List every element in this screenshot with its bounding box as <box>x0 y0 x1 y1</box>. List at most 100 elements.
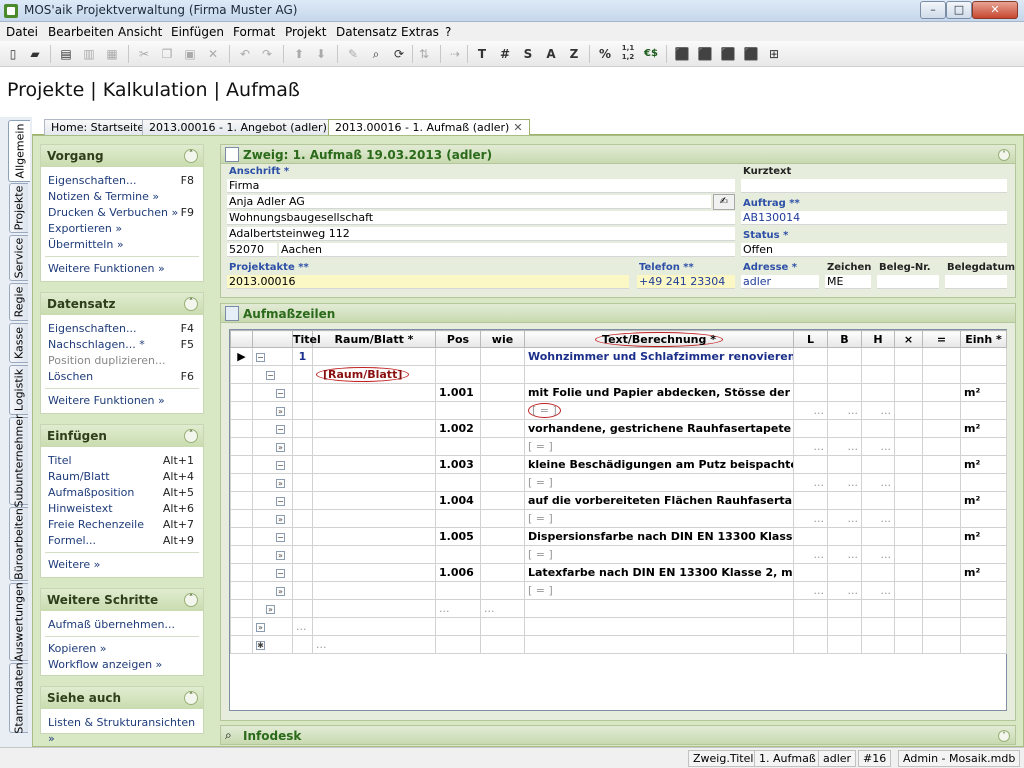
move-up-icon[interactable]: ⬆ <box>289 44 309 64</box>
column-header-times[interactable]: × <box>894 330 923 348</box>
text-cell[interactable]: [ = ] <box>524 581 794 600</box>
menu-einfuegen[interactable]: Einfügen <box>171 25 224 39</box>
menu-bearbeiten[interactable]: Bearbeiten <box>48 25 114 39</box>
equals-cell[interactable] <box>922 365 961 384</box>
action-notizen-termine[interactable]: Notizen & Termine » <box>41 189 203 205</box>
b-cell[interactable] <box>827 635 862 654</box>
b-cell[interactable]: ... <box>827 509 862 528</box>
print-preview-icon[interactable]: ▥ <box>79 44 99 64</box>
b-cell[interactable] <box>827 527 862 546</box>
einheit-cell[interactable] <box>960 401 1007 420</box>
panel-header[interactable]: Vorgang ˄ <box>41 145 203 167</box>
pos-cell[interactable] <box>435 617 481 636</box>
action-workflow-anzeigen[interactable]: Workflow anzeigen » <box>41 657 203 673</box>
einheit-cell[interactable] <box>960 635 1007 654</box>
doctab-aufmass[interactable]: 2013.00016 - 1. Aufmaß (adler) ✕ <box>328 119 530 136</box>
maximize-button[interactable]: □ <box>946 1 972 19</box>
raum-cell[interactable] <box>312 491 436 510</box>
projektakte-field[interactable]: 2013.00016 <box>227 275 629 289</box>
person-lock-red-icon[interactable]: ⬛ <box>718 44 738 64</box>
telefon-field[interactable]: +49 241 23304 <box>637 275 735 289</box>
text-cell[interactable]: kleine Beschädigungen am Putz beispachte… <box>524 455 794 474</box>
menu-help[interactable]: ? <box>445 25 451 39</box>
equals-cell[interactable] <box>922 599 961 618</box>
currency-button[interactable]: €$ <box>641 44 661 64</box>
times-cell[interactable] <box>894 419 923 438</box>
minimize-button[interactable]: – <box>920 1 946 19</box>
wie-cell[interactable]: ... <box>480 599 525 618</box>
move-down-icon[interactable]: ⬇ <box>311 44 331 64</box>
action-aufmass-uebernehmen[interactable]: Aufmaß übernehmen... <box>41 617 203 633</box>
action-weitere-funktionen[interactable]: Weitere Funktionen » <box>41 261 203 277</box>
address-lookup-icon[interactable]: ✍ <box>713 194 735 210</box>
close-button[interactable]: ✕ <box>972 1 1018 19</box>
kurztext-field[interactable] <box>741 179 1007 193</box>
b-cell[interactable]: ... <box>827 581 862 600</box>
status-field[interactable]: Offen <box>741 243 1007 257</box>
equals-cell[interactable] <box>922 635 961 654</box>
tab-subunternehmer[interactable]: Subunternehmer <box>9 414 28 508</box>
h-cell[interactable] <box>861 419 895 438</box>
anschrift-line-4[interactable]: Adalbertsteinweg 112 <box>227 227 735 241</box>
h-cell[interactable] <box>861 491 895 510</box>
times-cell[interactable] <box>894 401 923 420</box>
b-cell[interactable] <box>827 347 862 366</box>
expand-tree-icon[interactable]: » <box>276 478 285 488</box>
menu-datei[interactable]: Datei <box>6 25 38 39</box>
undo-icon[interactable]: ↶ <box>235 44 255 64</box>
einheit-cell[interactable] <box>960 365 1007 384</box>
table-row-raum[interactable]: − [Raum/Blatt] <box>230 365 1007 384</box>
titel-cell[interactable] <box>292 509 313 528</box>
titel-cell[interactable] <box>292 419 313 438</box>
action-uebermitteln[interactable]: Übermitteln » <box>41 237 203 253</box>
b-cell[interactable] <box>827 383 862 402</box>
l-cell[interactable] <box>793 635 828 654</box>
insert-aufmassposition[interactable]: Aufmaßposition Alt+5 <box>41 485 203 501</box>
einheit-cell[interactable] <box>960 599 1007 618</box>
wie-cell[interactable] <box>480 545 525 564</box>
tab-service[interactable]: Service <box>9 235 28 281</box>
text-cell[interactable]: Wohnzimmer und Schlafzimmer renovieren <box>524 347 794 366</box>
column-header-equals[interactable]: = <box>922 330 961 348</box>
h-cell[interactable] <box>861 527 895 546</box>
insert-freie-rechenzeile[interactable]: Freie Rechenzeile Alt+7 <box>41 517 203 533</box>
paste-icon[interactable]: ▣ <box>180 44 200 64</box>
equals-cell[interactable] <box>922 347 961 366</box>
redo-icon[interactable]: ↷ <box>257 44 277 64</box>
action-kopieren[interactable]: Kopieren » <box>41 641 203 657</box>
raum-cell[interactable] <box>312 455 436 474</box>
expand-tree-icon[interactable]: » <box>276 406 285 416</box>
h-cell[interactable] <box>861 347 895 366</box>
collapse-tree-icon[interactable]: − <box>276 460 285 470</box>
einheit-cell[interactable]: m² <box>960 491 1007 510</box>
l-cell[interactable] <box>793 491 828 510</box>
menu-extras[interactable]: Extras <box>401 25 439 39</box>
titel-cell[interactable] <box>292 473 313 492</box>
action-weitere-funktionen[interactable]: Weitere Funktionen » <box>41 393 203 409</box>
person-lock-yellow-icon[interactable]: ⬛ <box>695 44 715 64</box>
equals-cell[interactable] <box>922 527 961 546</box>
insert-a-button[interactable]: A <box>541 44 561 64</box>
h-cell[interactable] <box>861 599 895 618</box>
times-cell[interactable] <box>894 437 923 456</box>
expand-icon[interactable]: ˅ <box>998 730 1010 742</box>
times-cell[interactable] <box>894 563 923 582</box>
collapse-icon[interactable]: ˄ <box>184 593 198 607</box>
arrow-icon[interactable]: ⇢ <box>445 44 465 64</box>
raum-cell[interactable] <box>312 545 436 564</box>
raum-cell[interactable] <box>312 563 436 582</box>
menu-projekt[interactable]: Projekt <box>285 25 326 39</box>
wie-cell[interactable] <box>480 347 525 366</box>
titel-cell[interactable] <box>292 527 313 546</box>
h-cell[interactable] <box>861 563 895 582</box>
table-row[interactable]: − 1.006 Latexfarbe nach DIN EN 13300 Klass… <box>230 563 1007 582</box>
pos-cell[interactable]: ... <box>435 599 481 618</box>
h-cell[interactable] <box>861 365 895 384</box>
collapse-icon[interactable]: ˄ <box>184 297 198 311</box>
b-cell[interactable]: ... <box>827 473 862 492</box>
h-cell[interactable]: ... <box>861 545 895 564</box>
times-cell[interactable] <box>894 509 923 528</box>
layout-icon[interactable]: ⊞ <box>764 44 784 64</box>
copy-icon[interactable]: ❐ <box>157 44 177 64</box>
equals-cell[interactable] <box>922 563 961 582</box>
